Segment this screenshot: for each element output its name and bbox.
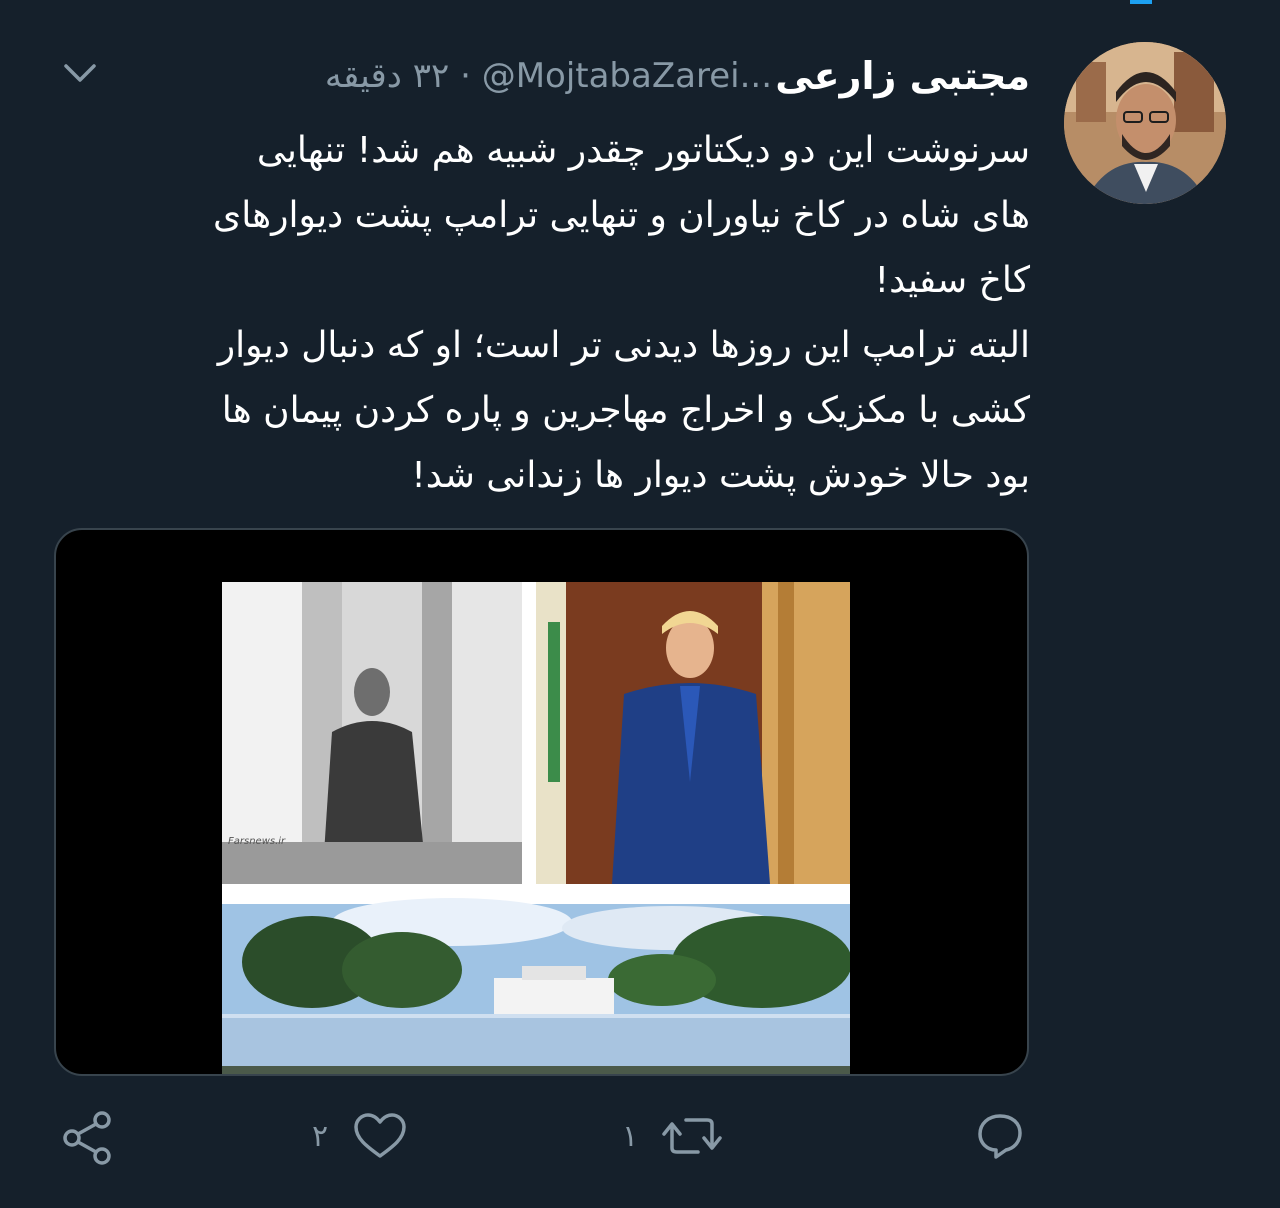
- like-icon: [354, 1113, 406, 1158]
- tweet-text-line: های شاه در کاخ نیاوران و تنهایی ترامپ پش…: [213, 195, 1030, 236]
- tweet-actions: ۱ ۲: [0, 1110, 1280, 1170]
- tweet-text: سرنوشت این دو دیکتاتور چقدر شبیه هم شد! …: [60, 118, 1030, 508]
- chevron-down-icon[interactable]: [60, 58, 100, 88]
- avatar-photo: [1064, 42, 1226, 204]
- retweet-icon: [662, 1118, 722, 1154]
- meta-separator: ·: [460, 56, 471, 96]
- author-handle[interactable]: @MojtabaZarei...: [482, 56, 772, 96]
- tweet-text-line: کشی با مکزیک و اخراج مهاجرین و پاره کردن…: [221, 390, 1030, 431]
- media-watermark: Farsnews.ir: [228, 836, 286, 847]
- tweet-media[interactable]: Farsnews.ir: [54, 528, 1029, 1076]
- like-button[interactable]: ۲: [312, 1110, 408, 1162]
- share-icon: [63, 1111, 111, 1165]
- tweet-text-line: کاخ سفید!: [874, 260, 1030, 301]
- media-image: Farsnews.ir: [222, 582, 852, 1074]
- tweet-time[interactable]: ۳۲ دقیقه: [325, 56, 449, 96]
- avatar[interactable]: [1064, 42, 1226, 204]
- retweet-count: ۱: [622, 1118, 639, 1154]
- reply-button[interactable]: [974, 1110, 1050, 1162]
- retweet-button[interactable]: ۱: [622, 1110, 722, 1162]
- like-count: ۲: [312, 1118, 329, 1154]
- tweet-text-line: البته ترامپ این روزها دیدنی تر است؛ او ک…: [217, 325, 1030, 366]
- share-button[interactable]: [60, 1110, 116, 1166]
- tweet-header: ۳۲ دقیقه · @MojtabaZarei... مجتبی زارعی: [60, 50, 1030, 102]
- tweet-text-line: بود حالا خودش پشت دیوار ها زندانی شد!: [411, 455, 1030, 496]
- tweet-screen: ۳۲ دقیقه · @MojtabaZarei... مجتبی زارعی …: [0, 0, 1280, 1208]
- media-collage: Farsnews.ir: [222, 582, 852, 1074]
- tweet-text-line: سرنوشت این دو دیکتاتور چقدر شبیه هم شد! …: [256, 130, 1030, 171]
- author-meta: ۳۲ دقیقه · @MojtabaZarei...: [325, 56, 772, 96]
- reply-icon: [978, 1114, 1022, 1159]
- top-progress-indicator: [1130, 0, 1152, 4]
- author-name[interactable]: مجتبی زارعی: [775, 54, 1030, 98]
